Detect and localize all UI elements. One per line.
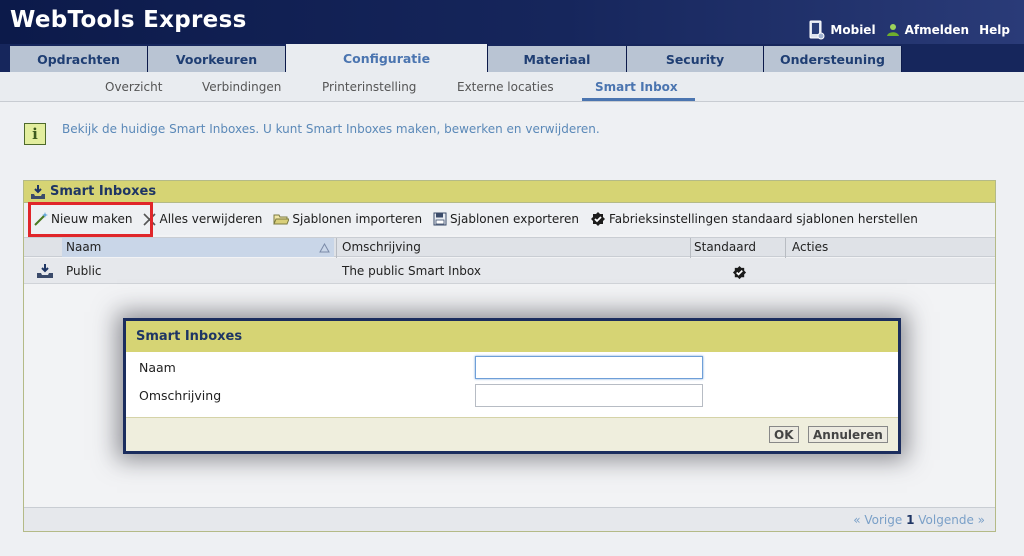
- help-link[interactable]: Help: [979, 23, 1010, 37]
- main-tabs: Opdrachten Voorkeuren Configuratie Mater…: [0, 44, 1024, 72]
- column-header-description[interactable]: Omschrijving: [342, 240, 421, 254]
- logout-link[interactable]: Afmelden: [886, 23, 970, 37]
- sub-tabs: Overzicht Verbindingen Printerinstelling…: [0, 72, 1024, 102]
- ok-button[interactable]: OK: [769, 426, 799, 443]
- mobile-device-icon: [809, 20, 825, 40]
- row-description: The public Smart Inbox: [342, 264, 482, 278]
- default-check-badge-icon: [732, 265, 747, 280]
- folder-open-icon: [273, 214, 290, 224]
- pager-next[interactable]: Volgende »: [918, 513, 985, 527]
- panel-header: Smart Inboxes: [24, 181, 995, 203]
- export-templates-label: Sjablonen exporteren: [450, 212, 579, 226]
- subtab-externe-locaties[interactable]: Externe locaties: [457, 80, 554, 94]
- user-logout-icon: [886, 24, 899, 36]
- info-icon: i: [24, 123, 46, 145]
- subtab-verbindingen[interactable]: Verbindingen: [202, 80, 281, 94]
- pager-prev[interactable]: « Vorige: [853, 513, 902, 527]
- app-header: WebTools Express Mobiel Afmelden Help: [0, 0, 1024, 44]
- tab-ondersteuning[interactable]: Ondersteuning: [764, 46, 902, 72]
- subtab-overzicht[interactable]: Overzicht: [105, 80, 162, 94]
- inbox-icon: [31, 184, 45, 199]
- new-button-highlight: [28, 202, 153, 237]
- info-text: Bekijk de huidige Smart Inboxes. U kunt …: [62, 122, 600, 136]
- column-header-name[interactable]: Naam: [66, 240, 101, 254]
- name-label: Naam: [139, 360, 176, 375]
- pager-current-page: 1: [906, 513, 915, 527]
- dialog-footer: OK Annuleren: [126, 417, 898, 451]
- tab-security[interactable]: Security: [627, 46, 764, 72]
- app-title: WebTools Express: [10, 7, 247, 33]
- row-name[interactable]: Public: [66, 264, 102, 278]
- tab-voorkeuren[interactable]: Voorkeuren: [148, 46, 286, 72]
- mobile-link[interactable]: Mobiel: [807, 20, 876, 40]
- import-templates-button[interactable]: Sjablonen importeren: [273, 212, 422, 226]
- panel-toolbar: Nieuw maken Alles verwijderen Sjablonen …: [24, 203, 995, 235]
- sorted-column-background: [62, 238, 334, 257]
- description-label: Omschrijving: [139, 388, 222, 403]
- cancel-button[interactable]: Annuleren: [808, 426, 888, 443]
- help-link-label: Help: [979, 23, 1010, 37]
- delete-all-button[interactable]: Alles verwijderen: [143, 212, 262, 226]
- column-divider: [690, 238, 691, 258]
- tab-materiaal[interactable]: Materiaal: [488, 46, 627, 72]
- table-row[interactable]: Public The public Smart Inbox: [24, 258, 995, 284]
- restore-defaults-label: Fabrieksinstellingen standaard sjablonen…: [608, 212, 918, 226]
- delete-all-label: Alles verwijderen: [159, 212, 263, 226]
- subtab-printerinstelling[interactable]: Printerinstelling: [322, 80, 416, 94]
- table-header: Naam Omschrijving Standaard Acties: [24, 237, 995, 258]
- column-divider: [336, 238, 337, 258]
- subtab-smart-inbox[interactable]: Smart Inbox: [595, 80, 678, 94]
- panel-footer: « Vorige 1 Volgende »: [24, 507, 995, 531]
- tab-opdrachten[interactable]: Opdrachten: [10, 46, 148, 72]
- mobile-link-label: Mobiel: [830, 23, 876, 37]
- default-check-badge-icon: [590, 212, 605, 226]
- import-templates-label: Sjablonen importeren: [292, 212, 423, 226]
- sort-ascending-icon[interactable]: [319, 243, 330, 253]
- column-divider: [785, 238, 786, 258]
- column-header-actions[interactable]: Acties: [792, 240, 828, 254]
- save-disk-icon: [433, 212, 447, 226]
- restore-defaults-button[interactable]: Fabrieksinstellingen standaard sjablonen…: [590, 211, 918, 227]
- pager: « Vorige 1 Volgende »: [853, 513, 985, 527]
- column-header-default[interactable]: Standaard: [694, 240, 756, 254]
- dialog-title: Smart Inboxes: [126, 321, 898, 352]
- panel-title: Smart Inboxes: [50, 184, 157, 199]
- export-templates-button[interactable]: Sjablonen exporteren: [433, 212, 579, 226]
- tab-configuratie[interactable]: Configuratie: [286, 44, 488, 72]
- create-smart-inbox-dialog: Smart Inboxes Naam Omschrijving OK Annul…: [123, 318, 901, 454]
- name-input[interactable]: [475, 356, 703, 379]
- inbox-icon: [37, 264, 53, 278]
- description-input[interactable]: [475, 384, 703, 407]
- top-links: Mobiel Afmelden Help: [797, 20, 1010, 40]
- active-subtab-indicator: [582, 98, 695, 101]
- logout-link-label: Afmelden: [904, 23, 970, 37]
